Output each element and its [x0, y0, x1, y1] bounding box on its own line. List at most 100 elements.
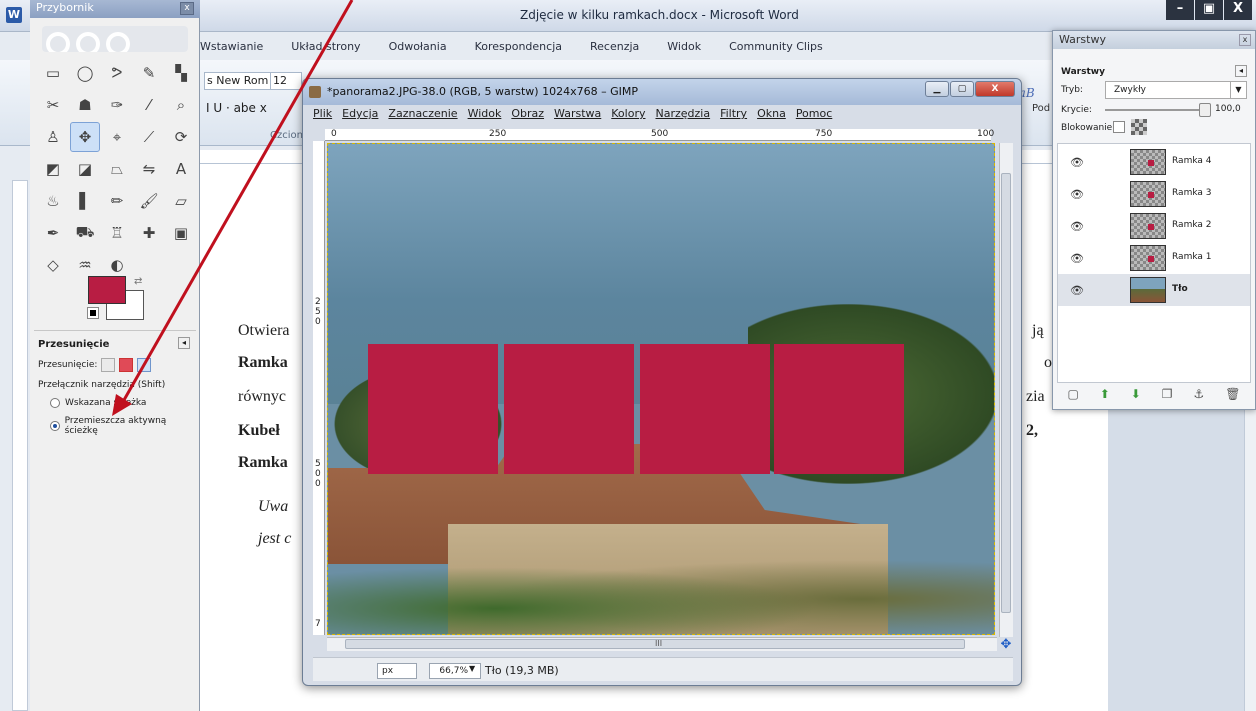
close-icon[interactable]: x	[1239, 34, 1251, 46]
visibility-eye-icon[interactable]: 👁	[1070, 220, 1084, 233]
menu-pomoc[interactable]: Pomoc	[796, 107, 832, 120]
scale-icon[interactable]: ◩	[38, 154, 68, 184]
eraser-icon[interactable]: ▱	[166, 186, 196, 216]
rotate-icon[interactable]: ⟳	[166, 122, 196, 152]
tab-recenzja[interactable]: Recenzja	[590, 36, 639, 58]
minimize-button[interactable]: ▁	[925, 81, 949, 97]
maximize-button[interactable]: ▣	[1195, 0, 1223, 20]
menu-plik[interactable]: Plik	[313, 107, 332, 120]
toolbox-close-button[interactable]: x	[180, 2, 194, 15]
visibility-eye-icon[interactable]: 👁	[1070, 156, 1084, 169]
blur-icon[interactable]: ◇	[38, 250, 68, 280]
chevron-down-icon[interactable]: ▼	[469, 664, 479, 677]
airbrush-icon[interactable]: ✒	[38, 218, 68, 248]
lower-layer-icon[interactable]: ⬇	[1131, 387, 1141, 407]
foreground-color-swatch[interactable]	[88, 276, 126, 304]
radio-picked-path[interactable]: Wskazana ścieżka	[50, 398, 196, 408]
ink-icon[interactable]: ⛟	[70, 218, 100, 248]
unit-select[interactable]: px	[377, 663, 417, 679]
mode-select[interactable]: Zwykły ▼	[1105, 81, 1247, 99]
layer-row[interactable]: 👁 Ramka 3	[1058, 178, 1250, 210]
radio-circle-icon[interactable]	[50, 398, 60, 408]
minimize-button[interactable]: –	[1166, 0, 1194, 20]
raise-layer-icon[interactable]: ⬆	[1100, 387, 1110, 407]
frame-layer-1[interactable]	[368, 344, 498, 474]
tab-widok[interactable]: Widok	[667, 36, 701, 58]
frame-layer-4[interactable]	[774, 344, 904, 474]
move-layer-icon[interactable]	[101, 358, 116, 372]
word-logo-icon[interactable]: W	[6, 7, 22, 23]
bucket-fill-icon[interactable]: ♨	[38, 186, 68, 216]
pencil-icon[interactable]: ✏	[102, 186, 132, 216]
lasso-icon[interactable]: ᕗ	[102, 58, 132, 88]
frame-layer-3[interactable]	[640, 344, 770, 474]
layer-row[interactable]: 👁 Tło	[1058, 274, 1250, 306]
frame-layer-2[interactable]	[504, 344, 634, 474]
visibility-eye-icon[interactable]: 👁	[1070, 284, 1084, 297]
crop-icon[interactable]: ⟋	[134, 122, 164, 152]
tab-odwolania[interactable]: Odwołania	[389, 36, 447, 58]
font-name-combo[interactable]: s New Rom	[204, 72, 274, 90]
tab-wstawianie[interactable]: Wstawianie	[200, 36, 263, 58]
visibility-eye-icon[interactable]: 👁	[1070, 188, 1084, 201]
color-select-icon[interactable]: ▚	[166, 58, 196, 88]
tab-korespondencja[interactable]: Korespondencja	[475, 36, 562, 58]
opacity-value[interactable]: 100,0	[1215, 104, 1241, 114]
default-colors-icon[interactable]	[87, 307, 99, 319]
close-button[interactable]: X	[975, 81, 1015, 97]
menu-widok[interactable]: Widok	[468, 107, 502, 120]
tab-community-clips[interactable]: Community Clips	[729, 36, 823, 58]
heal-icon[interactable]: ✚	[134, 218, 164, 248]
navigate-icon[interactable]: ✥	[998, 637, 1014, 653]
image-ruler-left[interactable]: 2 5 0 5 0 0 7	[313, 141, 325, 635]
image-canvas[interactable]	[327, 143, 995, 635]
perspective-icon[interactable]: ⏢	[102, 154, 132, 184]
image-window-title-bar[interactable]: *panorama2.JPG-38.0 (RGB, 5 warstw) 1024…	[303, 79, 1021, 105]
align-icon[interactable]: ⌖	[102, 122, 132, 152]
delete-layer-icon[interactable]: 🗑	[1225, 387, 1240, 407]
move-selection-icon[interactable]	[119, 358, 134, 372]
move-path-icon[interactable]	[137, 358, 152, 372]
shear-icon[interactable]: ◪	[70, 154, 100, 184]
menu-filtry[interactable]: Filtry	[720, 107, 747, 120]
blend-icon[interactable]: ▌	[70, 186, 100, 216]
flip-icon[interactable]: ⇋	[134, 154, 164, 184]
menu-narzedzia[interactable]: Narzędzia	[655, 107, 710, 120]
lock-pixels-checkbox[interactable]	[1113, 121, 1125, 133]
chevron-down-icon[interactable]: ▼	[1230, 82, 1246, 98]
perspective-clone-icon[interactable]: ▣	[166, 218, 196, 248]
image-ruler-top[interactable]: 0 250 500 750 100	[325, 129, 994, 141]
foreground-select-icon[interactable]: ☗	[70, 90, 100, 120]
menu-warstwa[interactable]: Warstwa	[554, 107, 601, 120]
paintbrush-icon[interactable]: 🖌	[134, 186, 164, 216]
close-button[interactable]: X	[1224, 0, 1252, 20]
text-icon[interactable]: A	[166, 154, 196, 184]
duplicate-layer-icon[interactable]: ❐	[1162, 387, 1173, 407]
toolbox-title-bar[interactable]: Przybornik x	[30, 0, 200, 18]
magic-wand-icon[interactable]: ✎	[134, 58, 164, 88]
lock-alpha-icon[interactable]	[1131, 119, 1147, 135]
opacity-slider-track[interactable]	[1105, 109, 1201, 111]
image-vertical-scroll-thumb[interactable]	[1001, 173, 1011, 613]
menu-kolory[interactable]: Kolory	[611, 107, 645, 120]
font-size-combo[interactable]: 12	[270, 72, 302, 90]
opacity-slider-handle[interactable]	[1199, 103, 1211, 117]
scissors-icon[interactable]: ✂	[38, 90, 68, 120]
new-layer-icon[interactable]: ▢	[1067, 387, 1078, 407]
move-icon[interactable]: ✥	[70, 122, 100, 152]
options-menu-button[interactable]: ◂	[178, 337, 190, 349]
maximize-button[interactable]: ▢	[950, 81, 974, 97]
visibility-eye-icon[interactable]: 👁	[1070, 252, 1084, 265]
radio-active-path[interactable]: Przemieszcza aktywną ścieżkę	[50, 416, 196, 436]
layer-row[interactable]: 👁 Ramka 1	[1058, 242, 1250, 274]
swap-colors-icon[interactable]: ⇄	[134, 276, 142, 287]
ellipse-select-icon[interactable]: ◯	[70, 58, 100, 88]
layer-row[interactable]: 👁 Ramka 2	[1058, 210, 1250, 242]
zoom-icon[interactable]: ⌕	[166, 90, 196, 120]
format-buttons[interactable]: I U · abe x	[206, 101, 267, 115]
paths-icon[interactable]: ✑	[102, 90, 132, 120]
layers-title-bar[interactable]: Warstwy x	[1053, 31, 1255, 49]
layers-menu-button[interactable]: ◂	[1235, 65, 1247, 77]
measure-icon[interactable]: ♙	[38, 122, 68, 152]
menu-zaznaczenie[interactable]: Zaznaczenie	[388, 107, 457, 120]
